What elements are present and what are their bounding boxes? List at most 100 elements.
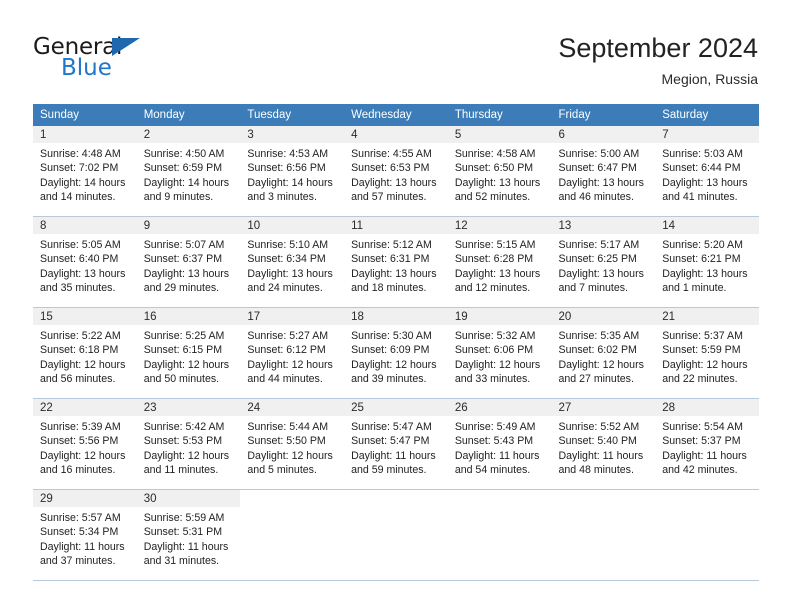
calendar-day-cell[interactable]: 3 Sunrise: 4:53 AM Sunset: 6:56 PM Daylight…	[240, 126, 345, 217]
calendar-day-cell[interactable]: 8 Sunrise: 5:05 AM Sunset: 6:40 PM Daylight…	[33, 216, 137, 308]
calendar-day-cell[interactable]: 1 Sunrise: 4:48 AM Sunset: 7:02 PM Daylight…	[33, 126, 137, 217]
sunrise-time: Sunrise: 5:00 AM	[558, 148, 640, 160]
logo-text-blue: Blue	[61, 55, 112, 81]
calendar-day-cell[interactable]: 24 Sunrise: 5:44 AM Sunset: 5:50 PM Dayligh…	[240, 398, 345, 490]
sunrise-time: Sunrise: 5:10 AM	[247, 239, 329, 251]
calendar-header-row-group: Sunday Monday Tuesday Wednesday Thursday…	[33, 104, 759, 126]
calendar-day-cell[interactable]: 4 Sunrise: 4:55 AM Sunset: 6:53 PM Daylight…	[344, 126, 448, 217]
sunset-time: Sunset: 6:50 PM	[454, 162, 534, 175]
day-details: Sunrise: 5:07 AM Sunset: 6:37 PM Daylight:…	[137, 234, 241, 296]
calendar-day-cell[interactable]: 18 Sunrise: 5:30 AM Sunset: 6:09 PM Dayligh…	[344, 307, 448, 399]
daylight-duration-line1: Daylight: 13 hours	[351, 267, 437, 280]
calendar-empty-cell	[655, 489, 759, 581]
calendar-day-cell[interactable]: 2 Sunrise: 4:50 AM Sunset: 6:59 PM Daylight…	[136, 126, 241, 217]
calendar-day-cell[interactable]: 17 Sunrise: 5:27 AM Sunset: 6:12 PM Dayligh…	[240, 307, 345, 399]
daylight-duration-line2: and 39 minutes.	[351, 373, 427, 386]
calendar-day-cell[interactable]: 25 Sunrise: 5:47 AM Sunset: 5:47 PM Dayligh…	[344, 398, 448, 490]
daylight-duration-line2: and 48 minutes.	[558, 464, 634, 477]
day-details: Sunrise: 5:20 AM Sunset: 6:21 PM Daylight:…	[655, 234, 759, 296]
day-number	[448, 490, 552, 507]
day-number: 7	[655, 126, 759, 143]
daylight-duration-line1: Daylight: 11 hours	[558, 449, 644, 462]
calendar-day-cell[interactable]: 19 Sunrise: 5:32 AM Sunset: 6:06 PM Dayligh…	[447, 307, 552, 399]
calendar-day-cell[interactable]: 15 Sunrise: 5:22 AM Sunset: 6:18 PM Dayligh…	[33, 307, 137, 399]
sunset-time: Sunset: 6:47 PM	[558, 162, 637, 175]
calendar-day-cell[interactable]: 23 Sunrise: 5:42 AM Sunset: 5:53 PM Dayligh…	[136, 398, 241, 490]
calendar-day-cell[interactable]: 14 Sunrise: 5:20 AM Sunset: 6:21 PM Dayligh…	[655, 216, 759, 308]
daylight-duration-line1: Daylight: 12 hours	[40, 358, 126, 371]
calendar-day-cell[interactable]: 7 Sunrise: 5:03 AM Sunset: 6:44 PM Daylight…	[655, 126, 759, 217]
daylight-duration-line2: and 54 minutes.	[454, 464, 531, 477]
calendar-day-cell[interactable]: 20 Sunrise: 5:35 AM Sunset: 6:02 PM Dayligh…	[551, 307, 656, 399]
sunrise-time: Sunrise: 5:35 AM	[558, 330, 640, 342]
day-number: 9	[136, 217, 241, 234]
sunrise-time: Sunrise: 5:37 AM	[662, 330, 743, 342]
calendar-day-cell[interactable]: 16 Sunrise: 5:25 AM Sunset: 6:15 PM Dayligh…	[136, 307, 241, 399]
sunset-time: Sunset: 6:56 PM	[247, 162, 326, 175]
day-details: Sunrise: 5:12 AM Sunset: 6:31 PM Daylight:…	[344, 234, 448, 296]
sunrise-time: Sunrise: 5:12 AM	[351, 239, 432, 251]
calendar-day-cell[interactable]: 22 Sunrise: 5:39 AM Sunset: 5:56 PM Dayligh…	[33, 398, 137, 490]
sunrise-time: Sunrise: 5:44 AM	[247, 421, 329, 433]
daylight-duration-line1: Daylight: 13 hours	[558, 267, 644, 280]
calendar-container: Sunday Monday Tuesday Wednesday Thursday…	[33, 104, 759, 581]
calendar-day-cell[interactable]: 26 Sunrise: 5:49 AM Sunset: 5:43 PM Dayligh…	[447, 398, 552, 490]
day-number	[655, 490, 759, 507]
daylight-duration-line1: Daylight: 13 hours	[662, 176, 748, 189]
calendar-day-cell[interactable]: 28 Sunrise: 5:54 AM Sunset: 5:37 PM Dayligh…	[655, 398, 759, 490]
sunrise-time: Sunrise: 5:52 AM	[558, 421, 640, 433]
calendar-day-cell[interactable]: 27 Sunrise: 5:52 AM Sunset: 5:40 PM Dayligh…	[551, 398, 656, 490]
daylight-duration-line1: Daylight: 13 hours	[40, 267, 126, 280]
calendar-day-cell[interactable]: 30 Sunrise: 5:59 AM Sunset: 5:31 PM Dayligh…	[136, 489, 241, 581]
weekday-header-friday: Friday	[551, 104, 656, 126]
daylight-duration-line2: and 52 minutes.	[454, 191, 531, 204]
day-details: Sunrise: 5:59 AM Sunset: 5:31 PM Daylight:…	[137, 507, 241, 569]
calendar-day-cell[interactable]: 10 Sunrise: 5:10 AM Sunset: 6:34 PM Dayligh…	[240, 216, 345, 308]
sunrise-time: Sunrise: 4:53 AM	[247, 148, 329, 160]
calendar-day-cell[interactable]: 11 Sunrise: 5:12 AM Sunset: 6:31 PM Dayligh…	[344, 216, 448, 308]
day-details: Sunrise: 5:54 AM Sunset: 5:37 PM Daylight:…	[655, 416, 759, 478]
calendar-day-cell[interactable]: 6 Sunrise: 5:00 AM Sunset: 6:47 PM Daylight…	[551, 126, 656, 217]
calendar-day-cell[interactable]: 21 Sunrise: 5:37 AM Sunset: 5:59 PM Dayligh…	[655, 307, 759, 399]
sunset-time: Sunset: 6:25 PM	[558, 253, 637, 266]
daylight-duration-line1: Daylight: 13 hours	[558, 176, 644, 189]
calendar-empty-cell	[551, 489, 656, 581]
day-number: 1	[33, 126, 137, 143]
day-number: 6	[551, 126, 656, 143]
day-number: 3	[240, 126, 345, 143]
day-number: 18	[344, 308, 448, 325]
day-number: 11	[344, 217, 448, 234]
daylight-duration-line1: Daylight: 11 hours	[662, 449, 747, 462]
daylight-duration-line1: Daylight: 12 hours	[662, 358, 748, 371]
calendar-day-cell[interactable]: 29 Sunrise: 5:57 AM Sunset: 5:34 PM Dayligh…	[33, 489, 137, 581]
sunrise-time: Sunrise: 5:05 AM	[40, 239, 121, 251]
calendar-day-cell[interactable]: 5 Sunrise: 4:58 AM Sunset: 6:50 PM Daylight…	[447, 126, 552, 217]
day-number: 21	[655, 308, 759, 325]
daylight-duration-line1: Daylight: 12 hours	[454, 358, 541, 371]
calendar-day-cell[interactable]: 13 Sunrise: 5:17 AM Sunset: 6:25 PM Dayligh…	[551, 216, 656, 308]
day-number: 27	[551, 399, 656, 416]
calendar-week-row: 22 Sunrise: 5:39 AM Sunset: 5:56 PM Dayligh…	[33, 398, 759, 490]
day-details: Sunrise: 5:37 AM Sunset: 5:59 PM Daylight:…	[655, 325, 759, 387]
day-details: Sunrise: 5:25 AM Sunset: 6:15 PM Daylight:…	[137, 325, 241, 387]
calendar-day-cell[interactable]: 9 Sunrise: 5:07 AM Sunset: 6:37 PM Daylight…	[136, 216, 241, 308]
sunset-time: Sunset: 6:18 PM	[40, 344, 119, 357]
sunrise-time: Sunrise: 4:50 AM	[143, 148, 225, 160]
day-details: Sunrise: 4:55 AM Sunset: 6:53 PM Daylight:…	[344, 143, 448, 205]
sunrise-time: Sunrise: 5:39 AM	[40, 421, 121, 433]
general-blue-logo[interactable]: General Blue	[33, 36, 213, 86]
daylight-duration-line2: and 42 minutes.	[662, 464, 738, 477]
day-details: Sunrise: 4:50 AM Sunset: 6:59 PM Daylight:…	[137, 143, 241, 205]
sunrise-time: Sunrise: 5:07 AM	[143, 239, 225, 251]
sunset-time: Sunset: 6:02 PM	[558, 344, 637, 357]
calendar-body: 1 Sunrise: 4:48 AM Sunset: 7:02 PM Daylight…	[33, 126, 759, 581]
sunset-time: Sunset: 5:56 PM	[40, 435, 119, 448]
daylight-duration-line2: and 18 minutes.	[351, 282, 427, 295]
sunset-time: Sunset: 5:59 PM	[662, 344, 741, 357]
daylight-duration-line2: and 35 minutes.	[40, 282, 116, 295]
calendar-week-row: 1 Sunrise: 4:48 AM Sunset: 7:02 PM Daylight…	[33, 126, 759, 217]
day-number: 5	[447, 126, 552, 143]
calendar-day-cell[interactable]: 12 Sunrise: 5:15 AM Sunset: 6:28 PM Dayligh…	[447, 216, 552, 308]
day-number	[344, 490, 448, 507]
daylight-duration-line2: and 27 minutes.	[558, 373, 634, 386]
